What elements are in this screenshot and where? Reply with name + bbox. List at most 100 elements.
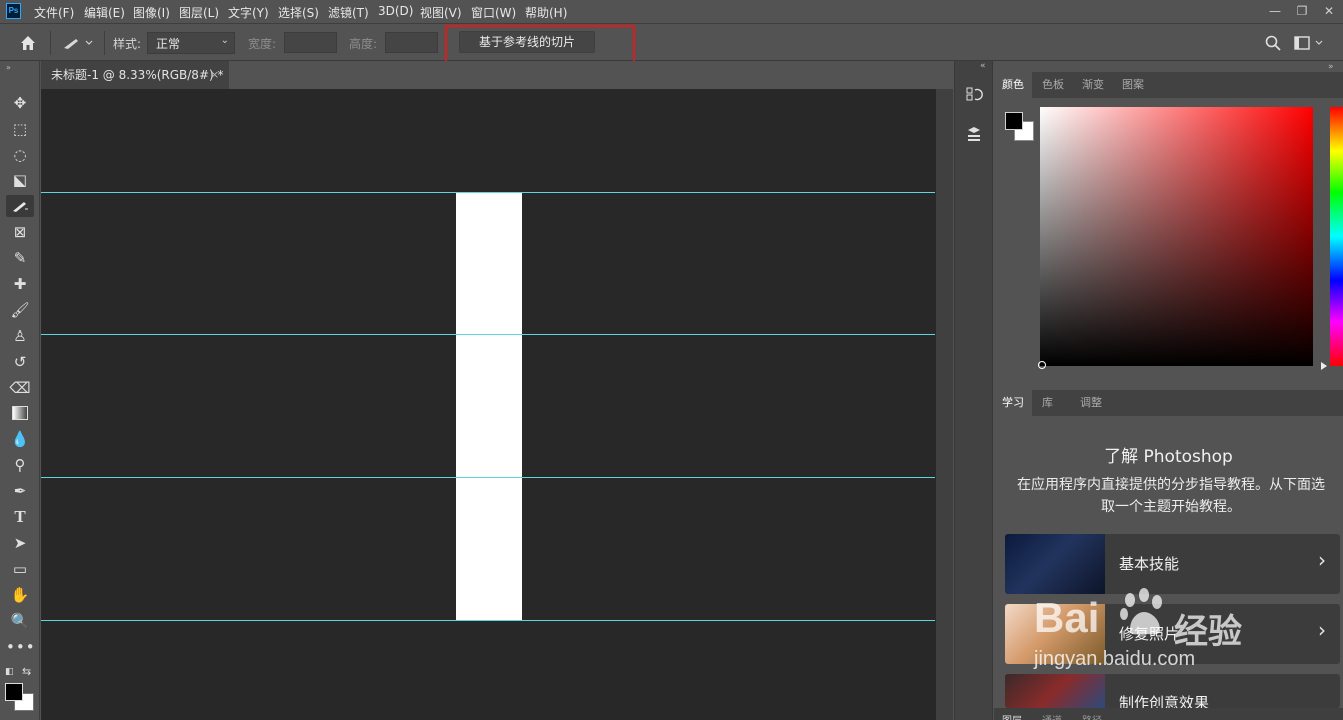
brush-icon[interactable]: 🖌	[6, 299, 34, 321]
tab-swatches[interactable]: 色板	[1034, 72, 1072, 98]
collapse-icon[interactable]: «	[980, 61, 986, 71]
separator	[50, 31, 51, 55]
slice-icon[interactable]	[6, 195, 34, 217]
menu-edit[interactable]: 编辑(E)	[84, 4, 125, 21]
hue-slider-handle[interactable]	[1321, 362, 1327, 370]
tab-libraries[interactable]: 库	[1034, 390, 1061, 416]
foreground-color-swatch[interactable]	[5, 683, 23, 701]
lasso-icon[interactable]: ◌	[6, 144, 34, 166]
tutorial-card[interactable]: 基本技能 ›	[1005, 534, 1340, 594]
properties-panel-icon[interactable]	[963, 123, 985, 145]
marquee-icon[interactable]: ⬚	[6, 118, 34, 140]
history-brush-icon[interactable]: ↺	[6, 351, 34, 373]
horizontal-guide[interactable]	[41, 477, 935, 478]
menu-image[interactable]: 图像(I)	[133, 4, 170, 21]
horizontal-guide[interactable]	[41, 192, 935, 193]
learn-description: 在应用程序内直接提供的分步指导教程。从下面选取一个主题开始教程。	[1017, 477, 1325, 515]
menu-help[interactable]: 帮助(H)	[525, 4, 567, 21]
blur-icon[interactable]: 💧	[6, 428, 34, 450]
horizontal-guide[interactable]	[41, 334, 935, 335]
menu-layer[interactable]: 图层(L)	[179, 4, 219, 21]
height-input[interactable]	[385, 32, 438, 53]
height-label: 高度:	[349, 37, 378, 51]
tutorial-label: 基本技能	[1119, 555, 1180, 573]
menu-filter[interactable]: 滤镜(T)	[328, 4, 369, 21]
tab-layers[interactable]: 图层	[1002, 712, 1022, 720]
tutorial-thumbnail	[1005, 534, 1105, 594]
separator	[104, 31, 105, 55]
dodge-icon[interactable]: ⚲	[6, 454, 34, 476]
stamp-icon[interactable]: ♙	[6, 325, 34, 347]
panel-dock: «	[954, 61, 993, 720]
width-input[interactable]	[284, 32, 337, 53]
color-picker-handle[interactable]	[1038, 361, 1046, 369]
tools-panel: » ✥ ⬚ ◌ ⬕ ⊠ ✎ ✚ 🖌 ♙ ↺ ⌫ 💧 ⚲ ✒ T ➤ ▭ ✋ 🔍 …	[0, 61, 40, 720]
slice-tool-preset-icon[interactable]	[60, 34, 100, 52]
tab-gradients[interactable]: 渐变	[1074, 72, 1112, 98]
vertical-scrollbar[interactable]	[936, 89, 953, 720]
color-picker-field[interactable]	[1040, 107, 1313, 366]
tab-learn[interactable]: 学习	[994, 390, 1032, 416]
default-colors-icon[interactable]: ◧	[5, 667, 14, 677]
color-panel-tabs: 颜色 色板 渐变 图案	[994, 72, 1343, 98]
rectangle-icon[interactable]: ▭	[6, 558, 34, 580]
menu-bar: Ps 文件(F) 编辑(E) 图像(I) 图层(L) 文字(Y) 选择(S) 滤…	[0, 0, 1343, 24]
chevron-down-icon: ⌄	[220, 35, 229, 46]
horizontal-guide[interactable]	[41, 620, 935, 621]
photoshop-logo-icon: Ps	[6, 3, 21, 19]
style-label: 样式:	[113, 37, 142, 51]
close-button[interactable]: ✕	[1316, 2, 1342, 20]
move-icon[interactable]: ✥	[6, 92, 34, 114]
style-value: 正常	[156, 37, 181, 51]
menu-type[interactable]: 文字(Y)	[228, 4, 269, 21]
swap-colors-icon[interactable]: ⇆	[22, 665, 31, 678]
menu-file[interactable]: 文件(F)	[34, 4, 74, 21]
menu-select[interactable]: 选择(S)	[278, 4, 319, 21]
eyedropper-icon[interactable]: ✎	[6, 247, 34, 269]
restore-button[interactable]: ❐	[1289, 2, 1315, 20]
tutorial-thumbnail	[1005, 604, 1105, 664]
gradient-icon[interactable]	[6, 402, 34, 424]
tab-adjustments[interactable]: 调整	[1072, 390, 1110, 416]
history-panel-icon[interactable]	[963, 83, 985, 105]
zoom-icon[interactable]: 🔍	[6, 610, 34, 632]
tab-patterns[interactable]: 图案	[1114, 72, 1152, 98]
tutorial-label: 修复照片	[1119, 625, 1180, 643]
pen-icon[interactable]: ✒	[6, 480, 34, 502]
minimize-button[interactable]: —	[1262, 2, 1288, 20]
tab-close-icon[interactable]: ×	[210, 61, 219, 89]
tab-channels[interactable]: 通道	[1042, 712, 1062, 720]
collapse-icon[interactable]: »	[6, 63, 11, 72]
learn-title: 了解 Photoshop	[1104, 447, 1233, 467]
more-icon[interactable]: •••	[6, 636, 35, 658]
tutorial-card[interactable]: 修复照片 ›	[1005, 604, 1340, 664]
frame-icon[interactable]: ⊠	[6, 221, 34, 243]
options-bar: 样式: 正常 ⌄ 宽度: 高度: 基于参考线的切片	[0, 25, 1343, 61]
width-label: 宽度:	[248, 37, 277, 51]
type-icon[interactable]: T	[6, 506, 34, 528]
tab-color[interactable]: 颜色	[994, 72, 1032, 98]
tutorial-label: 制作创意效果	[1119, 694, 1210, 708]
workspace-icon[interactable]	[1294, 35, 1326, 51]
canvas-document[interactable]	[456, 193, 522, 620]
foreground-color-swatch[interactable]	[1005, 112, 1023, 130]
menu-3d[interactable]: 3D(D)	[378, 4, 413, 18]
tutorial-thumbnail	[1005, 674, 1105, 708]
eraser-icon[interactable]: ⌫	[6, 377, 34, 399]
search-icon[interactable]	[1264, 34, 1282, 52]
chevron-right-icon: ›	[1318, 548, 1326, 572]
hue-slider[interactable]	[1330, 107, 1343, 366]
home-icon[interactable]	[18, 33, 38, 53]
collapse-icon[interactable]: »	[1328, 62, 1334, 72]
chevron-right-icon: ›	[1318, 618, 1326, 642]
path-select-icon[interactable]: ➤	[6, 532, 34, 554]
style-select[interactable]: 正常 ⌄	[147, 32, 235, 54]
tutorial-card[interactable]: 制作创意效果	[1005, 674, 1340, 708]
menu-window[interactable]: 窗口(W)	[471, 4, 516, 21]
document-tab[interactable]: 未标题-1 @ 8.33%(RGB/8#) *	[41, 61, 229, 89]
object-select-icon[interactable]: ⬕	[6, 169, 34, 191]
healing-icon[interactable]: ✚	[6, 273, 34, 295]
menu-view[interactable]: 视图(V)	[420, 4, 462, 21]
tab-paths[interactable]: 路径	[1082, 712, 1102, 720]
hand-icon[interactable]: ✋	[6, 584, 34, 606]
